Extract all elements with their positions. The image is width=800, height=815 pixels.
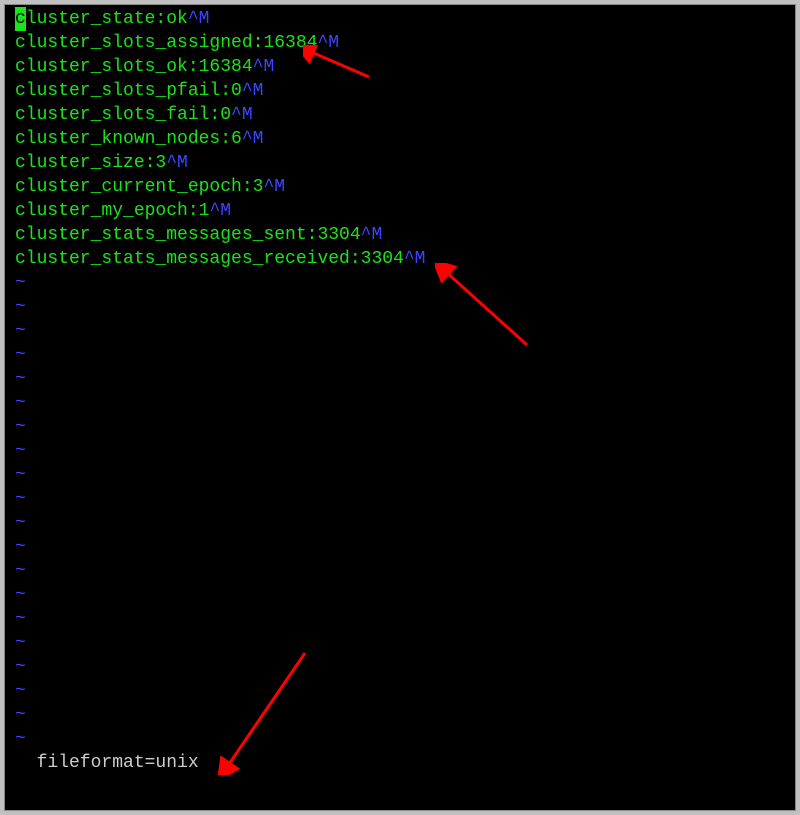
text-line: cluster_slots_pfail:0^M [5,79,795,103]
empty-line-tilde: ~ [5,391,795,415]
line-text: cluster_slots_ok:16384 [15,55,253,79]
text-line: cluster_stats_messages_received:3304^M [5,247,795,271]
carriage-return-marker: ^M [404,247,426,271]
empty-line-tilde: ~ [5,319,795,343]
cursor: c [15,7,26,31]
empty-line-tilde: ~ [5,727,795,751]
text-line: cluster_known_nodes:6^M [5,127,795,151]
empty-line-tilde: ~ [5,295,795,319]
empty-line-tilde: ~ [5,343,795,367]
carriage-return-marker: ^M [188,7,210,31]
line-text: cluster_stats_messages_received:3304 [15,247,404,271]
carriage-return-marker: ^M [166,151,188,175]
empty-line-tilde: ~ [5,655,795,679]
line-text: cluster_stats_messages_sent:3304 [15,223,361,247]
empty-line-tilde: ~ [5,631,795,655]
empty-line-tilde: ~ [5,583,795,607]
line-text: cluster_slots_pfail:0 [15,79,242,103]
empty-line-tilde: ~ [5,607,795,631]
empty-line-tilde: ~ [5,439,795,463]
line-text: cluster_known_nodes:6 [15,127,242,151]
empty-line-tilde: ~ [5,271,795,295]
text-line: cluster_current_epoch:3^M [5,175,795,199]
carriage-return-marker: ^M [209,199,231,223]
carriage-return-marker: ^M [242,79,264,103]
carriage-return-marker: ^M [317,31,339,55]
carriage-return-marker: ^M [231,103,253,127]
line-text: cluster_my_epoch:1 [15,199,209,223]
status-line: fileformat=unix [5,751,795,775]
terminal-editor[interactable]: cluster_state:ok^Mcluster_slots_assigned… [5,5,795,810]
line-text: cluster_current_epoch:3 [15,175,263,199]
empty-line-tilde: ~ [5,511,795,535]
window-frame: cluster_state:ok^Mcluster_slots_assigned… [4,4,796,811]
text-line: cluster_slots_fail:0^M [5,103,795,127]
empty-line-tilde: ~ [5,703,795,727]
empty-line-tilde: ~ [5,559,795,583]
empty-line-tilde: ~ [5,487,795,511]
carriage-return-marker: ^M [361,223,383,247]
text-line: cluster_slots_assigned:16384^M [5,31,795,55]
carriage-return-marker: ^M [242,127,264,151]
text-line: cluster_size:3^M [5,151,795,175]
carriage-return-marker: ^M [253,55,275,79]
empty-line-tilde: ~ [5,367,795,391]
line-text: luster_state:ok [26,7,188,31]
carriage-return-marker: ^M [263,175,285,199]
text-line: cluster_slots_ok:16384^M [5,55,795,79]
text-line: cluster_state:ok^M [5,7,795,31]
text-line: cluster_stats_messages_sent:3304^M [5,223,795,247]
empty-line-tilde: ~ [5,679,795,703]
text-line: cluster_my_epoch:1^M [5,199,795,223]
empty-line-tilde: ~ [5,415,795,439]
line-text: cluster_slots_fail:0 [15,103,231,127]
empty-line-tilde: ~ [5,463,795,487]
line-text: cluster_size:3 [15,151,166,175]
empty-line-tilde: ~ [5,535,795,559]
line-text: cluster_slots_assigned:16384 [15,31,317,55]
